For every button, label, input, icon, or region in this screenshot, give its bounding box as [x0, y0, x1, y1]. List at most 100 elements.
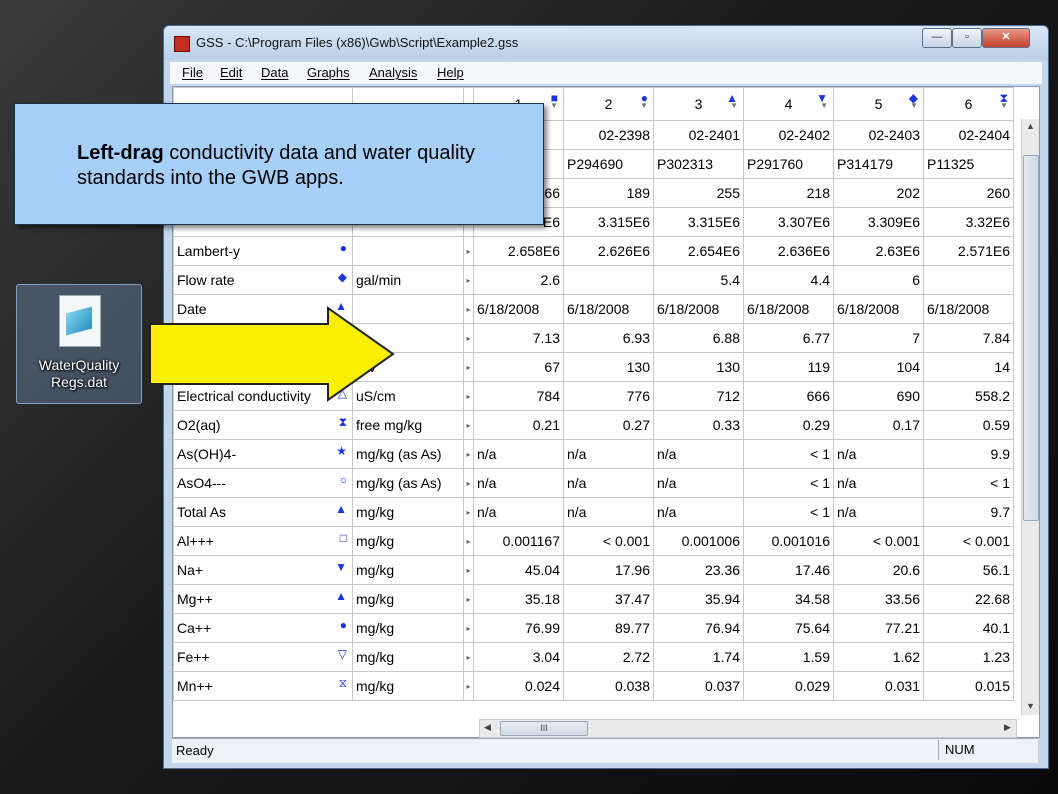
column-header-3[interactable]: 3 ▲ ▼ — [653, 87, 744, 121]
unit-cell[interactable]: mg/kg (as As) — [352, 468, 464, 498]
data-cell[interactable]: < 0.001 — [833, 526, 924, 556]
data-cell[interactable]: 690 — [833, 381, 924, 411]
unit-cell[interactable]: mg/kg — [352, 642, 464, 672]
data-cell[interactable]: 20.6 — [833, 555, 924, 585]
variable-name-cell[interactable]: Fe++ ▽ — [173, 642, 353, 672]
scroll-down-icon[interactable]: ▼ — [1026, 701, 1035, 711]
data-cell[interactable]: 2.63E6 — [833, 236, 924, 266]
title-bar[interactable]: GSS - C:\Program Files (x86)\Gwb\Script\… — [164, 26, 1048, 60]
data-cell[interactable]: 37.47 — [563, 584, 654, 614]
data-cell[interactable]: 7 — [833, 323, 924, 353]
data-cell[interactable]: 02-2401 — [653, 120, 744, 150]
data-cell[interactable]: 2.636E6 — [743, 236, 834, 266]
data-cell[interactable]: 76.99 — [473, 613, 564, 643]
data-cell[interactable]: < 0.001 — [563, 526, 654, 556]
data-cell[interactable]: 6/18/2008 — [833, 294, 924, 324]
data-cell[interactable]: 189 — [563, 178, 654, 208]
data-cell[interactable]: 1.23 — [923, 642, 1014, 672]
data-cell[interactable]: < 0.001 — [923, 526, 1014, 556]
data-cell[interactable]: 0.21 — [473, 410, 564, 440]
water-quality-regs-file-icon[interactable]: WaterQuality Regs.dat — [16, 284, 142, 404]
data-cell[interactable]: 0.29 — [743, 410, 834, 440]
data-cell[interactable]: 0.038 — [563, 671, 654, 701]
data-cell[interactable]: n/a — [833, 439, 924, 469]
unit-cell[interactable]: mg/kg — [352, 497, 464, 527]
scroll-left-icon[interactable]: ◀ — [484, 722, 491, 733]
data-cell[interactable]: 5.4 — [653, 265, 744, 295]
variable-name-cell[interactable]: Lambert-y ● — [173, 236, 353, 266]
data-cell[interactable]: 02-2398 — [563, 120, 654, 150]
data-cell[interactable]: 0.17 — [833, 410, 924, 440]
data-cell[interactable]: 0.001167 — [473, 526, 564, 556]
data-cell[interactable]: n/a — [653, 439, 744, 469]
data-cell[interactable]: 2.571E6 — [923, 236, 1014, 266]
unit-cell[interactable]: mg/kg (as As) — [352, 439, 464, 469]
data-cell[interactable]: 35.94 — [653, 584, 744, 614]
menu-file[interactable]: File — [182, 65, 203, 80]
horizontal-scroll-thumb[interactable]: III — [500, 721, 588, 736]
data-cell[interactable]: 56.1 — [923, 555, 1014, 585]
data-cell[interactable]: P294690 — [563, 149, 654, 179]
unit-cell[interactable]: gal/min — [352, 265, 464, 295]
data-cell[interactable]: 776 — [563, 381, 654, 411]
unit-cell[interactable]: mg/kg — [352, 671, 464, 701]
data-cell[interactable]: 89.77 — [563, 613, 654, 643]
data-cell[interactable]: 3.307E6 — [743, 207, 834, 237]
data-cell[interactable]: n/a — [473, 439, 564, 469]
data-cell[interactable]: 130 — [563, 352, 654, 382]
data-cell[interactable]: n/a — [473, 497, 564, 527]
variable-name-cell[interactable]: Mn++ ⧖ — [173, 671, 353, 701]
data-cell[interactable]: 3.32E6 — [923, 207, 1014, 237]
vertical-scrollbar[interactable]: ▲ ▼ — [1021, 119, 1039, 715]
vertical-scroll-thumb[interactable] — [1023, 155, 1039, 521]
data-cell[interactable]: 34.58 — [743, 584, 834, 614]
data-cell[interactable]: 119 — [743, 352, 834, 382]
menu-graphs[interactable]: Graphs — [307, 65, 350, 80]
scroll-up-icon[interactable]: ▲ — [1026, 121, 1035, 131]
close-button[interactable]: ✕ — [982, 28, 1030, 48]
data-cell[interactable]: 0.024 — [473, 671, 564, 701]
column-header-2[interactable]: 2 ● ▼ — [563, 87, 654, 121]
unit-cell[interactable]: free mg/kg — [352, 410, 464, 440]
data-cell[interactable]: 218 — [743, 178, 834, 208]
data-cell[interactable]: 33.56 — [833, 584, 924, 614]
data-cell[interactable]: 2.626E6 — [563, 236, 654, 266]
data-cell[interactable]: 6.88 — [653, 323, 744, 353]
column-header-5[interactable]: 5 ◆ ▼ — [833, 87, 924, 121]
data-cell[interactable]: 0.029 — [743, 671, 834, 701]
data-cell[interactable]: 0.001006 — [653, 526, 744, 556]
data-cell[interactable]: 9.7 — [923, 497, 1014, 527]
data-cell[interactable]: 45.04 — [473, 555, 564, 585]
data-cell[interactable]: 0.33 — [653, 410, 744, 440]
data-cell[interactable] — [563, 265, 654, 295]
variable-name-cell[interactable]: As(OH)4- ★ — [173, 439, 353, 469]
data-cell[interactable]: 6/18/2008 — [563, 294, 654, 324]
data-cell[interactable]: 0.031 — [833, 671, 924, 701]
data-cell[interactable]: < 1 — [743, 439, 834, 469]
variable-name-cell[interactable]: AsO4--- ○ — [173, 468, 353, 498]
variable-name-cell[interactable]: Flow rate ◆ — [173, 265, 353, 295]
data-cell[interactable]: 02-2402 — [743, 120, 834, 150]
data-cell[interactable]: 17.46 — [743, 555, 834, 585]
unit-cell[interactable] — [352, 236, 464, 266]
data-cell[interactable]: 7.84 — [923, 323, 1014, 353]
data-cell[interactable]: 6/18/2008 — [923, 294, 1014, 324]
data-cell[interactable]: 0.59 — [923, 410, 1014, 440]
data-cell[interactable]: 2.72 — [563, 642, 654, 672]
data-cell[interactable]: 3.315E6 — [563, 207, 654, 237]
data-cell[interactable]: 02-2403 — [833, 120, 924, 150]
data-cell[interactable]: 558.2 — [923, 381, 1014, 411]
data-cell[interactable]: 2.658E6 — [473, 236, 564, 266]
variable-name-cell[interactable]: O2(aq) ⧗ — [173, 410, 353, 440]
data-cell[interactable]: 255 — [653, 178, 744, 208]
data-cell[interactable]: n/a — [473, 468, 564, 498]
data-cell[interactable]: 7.13 — [473, 323, 564, 353]
data-cell[interactable]: 666 — [743, 381, 834, 411]
variable-name-cell[interactable]: Al+++ □ — [173, 526, 353, 556]
data-cell[interactable]: 3.315E6 — [653, 207, 744, 237]
column-header-6[interactable]: 6 ⧗ ▼ — [923, 87, 1014, 121]
data-cell[interactable]: 17.96 — [563, 555, 654, 585]
data-cell[interactable]: 260 — [923, 178, 1014, 208]
data-cell[interactable]: 67 — [473, 352, 564, 382]
data-cell[interactable]: 76.94 — [653, 613, 744, 643]
